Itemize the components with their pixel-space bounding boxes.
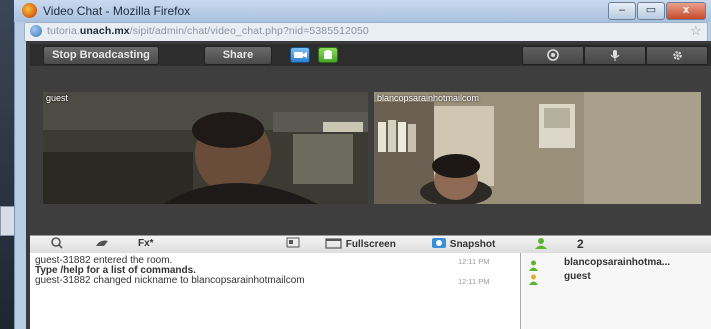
chat-message: guest-31882 changed nickname to blancops… bbox=[35, 275, 305, 286]
fullscreen-label: Fullscreen bbox=[345, 239, 396, 250]
video-feed-remote[interactable]: blancopsarainhotmailcom bbox=[374, 92, 701, 204]
layout-icon[interactable] bbox=[286, 237, 302, 251]
globe-icon bbox=[30, 25, 42, 37]
share-button[interactable]: Share bbox=[204, 46, 272, 65]
minimize-button[interactable]: – bbox=[608, 2, 636, 20]
stop-broadcasting-button[interactable]: Stop Broadcasting bbox=[43, 46, 159, 65]
fullscreen-button[interactable]: Fullscreen bbox=[325, 237, 435, 251]
user-icon bbox=[529, 258, 538, 271]
snapshot-label: Snapshot bbox=[449, 239, 496, 250]
settings-eye-button[interactable] bbox=[522, 46, 584, 65]
chat-timestamp: 12:11 PM bbox=[458, 277, 490, 286]
firefox-icon bbox=[22, 3, 37, 18]
video-label-guest: guest bbox=[46, 93, 69, 103]
draw-icon[interactable] bbox=[94, 237, 114, 251]
snapshot-button[interactable]: Snapshot bbox=[431, 237, 521, 251]
video-label-remote: blancopsarainhotmailcom bbox=[377, 93, 480, 103]
microphone-button[interactable] bbox=[584, 46, 646, 65]
bookmark-star-icon[interactable]: ☆ bbox=[690, 23, 702, 39]
effects-button[interactable]: Fx* bbox=[138, 237, 168, 251]
android-icon[interactable] bbox=[318, 47, 338, 63]
users-icon bbox=[533, 237, 551, 251]
gear-button[interactable] bbox=[646, 46, 708, 65]
url-text[interactable]: tutoria.unach.mx/sipit/admin/chat/video_… bbox=[47, 25, 369, 37]
maximize-button[interactable]: ▭ bbox=[637, 2, 665, 20]
chat-timestamp: 12:11 PM bbox=[458, 257, 490, 266]
close-button[interactable]: x bbox=[666, 2, 706, 20]
user-icon bbox=[529, 272, 538, 285]
window-title: Video Chat - Mozilla Firefox bbox=[43, 4, 191, 18]
zoom-icon[interactable] bbox=[50, 237, 68, 251]
user-list-item[interactable]: blancopsarainhotma... bbox=[564, 257, 670, 268]
camera-toggle-icon[interactable] bbox=[290, 47, 310, 63]
user-list-item[interactable]: guest bbox=[564, 271, 591, 282]
video-feed-guest[interactable]: guest bbox=[43, 92, 368, 204]
user-count: 2 bbox=[577, 237, 584, 251]
